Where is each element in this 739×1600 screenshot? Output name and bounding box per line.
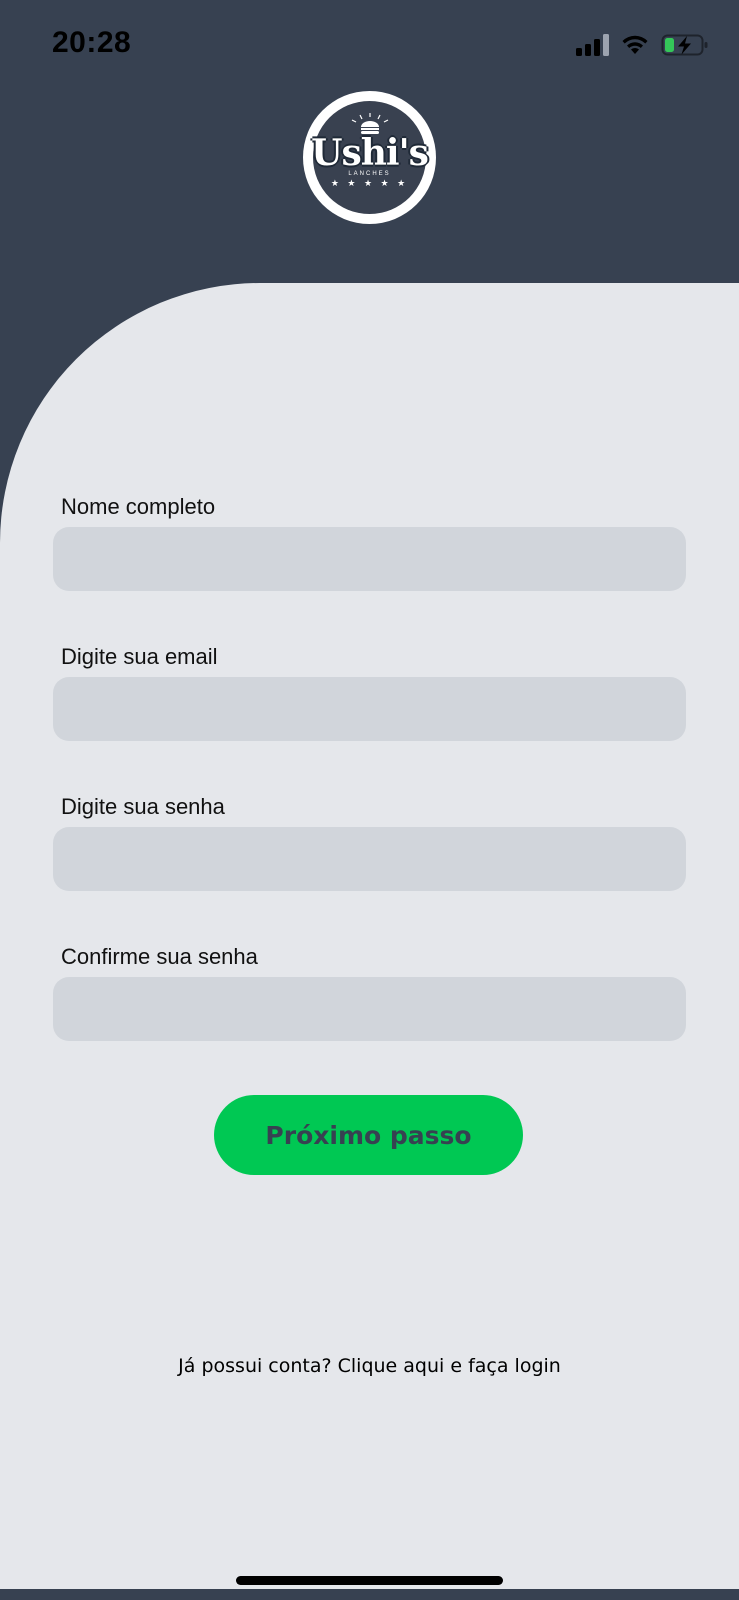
brand-logo: Ushi's LANCHES ★ ★ ★ ★ ★ bbox=[303, 91, 436, 224]
brand-stars: ★ ★ ★ ★ ★ bbox=[330, 178, 409, 188]
confirm-password-input[interactable] bbox=[53, 977, 686, 1041]
password-input[interactable] bbox=[53, 827, 686, 891]
wifi-icon bbox=[622, 35, 648, 54]
status-time: 20:28 bbox=[52, 26, 132, 59]
login-link[interactable]: Já possui conta? Clique aqui e faça logi… bbox=[0, 1355, 739, 1377]
form-card bbox=[0, 283, 739, 1589]
brand-name: Ushi's bbox=[311, 132, 429, 174]
battery-charging-icon bbox=[661, 34, 708, 56]
email-input[interactable] bbox=[53, 677, 686, 741]
register-screen: 20:28 Ushi's LANCHES ★ ★ ★ ★ ★ Nome comp… bbox=[0, 0, 739, 1600]
full-name-label: Nome completo bbox=[61, 494, 216, 519]
home-indicator bbox=[236, 1576, 503, 1585]
full-name-input[interactable] bbox=[53, 527, 686, 591]
password-label: Digite sua senha bbox=[61, 794, 225, 819]
status-icons bbox=[576, 32, 709, 58]
email-label: Digite sua email bbox=[61, 644, 218, 669]
confirm-password-label: Confirme sua senha bbox=[61, 944, 258, 969]
brand-logo-badge: Ushi's LANCHES ★ ★ ★ ★ ★ bbox=[311, 101, 429, 214]
status-bar: 20:28 bbox=[0, 0, 739, 90]
signal-icon bbox=[576, 34, 609, 56]
next-step-button[interactable]: Próximo passo bbox=[214, 1095, 523, 1175]
